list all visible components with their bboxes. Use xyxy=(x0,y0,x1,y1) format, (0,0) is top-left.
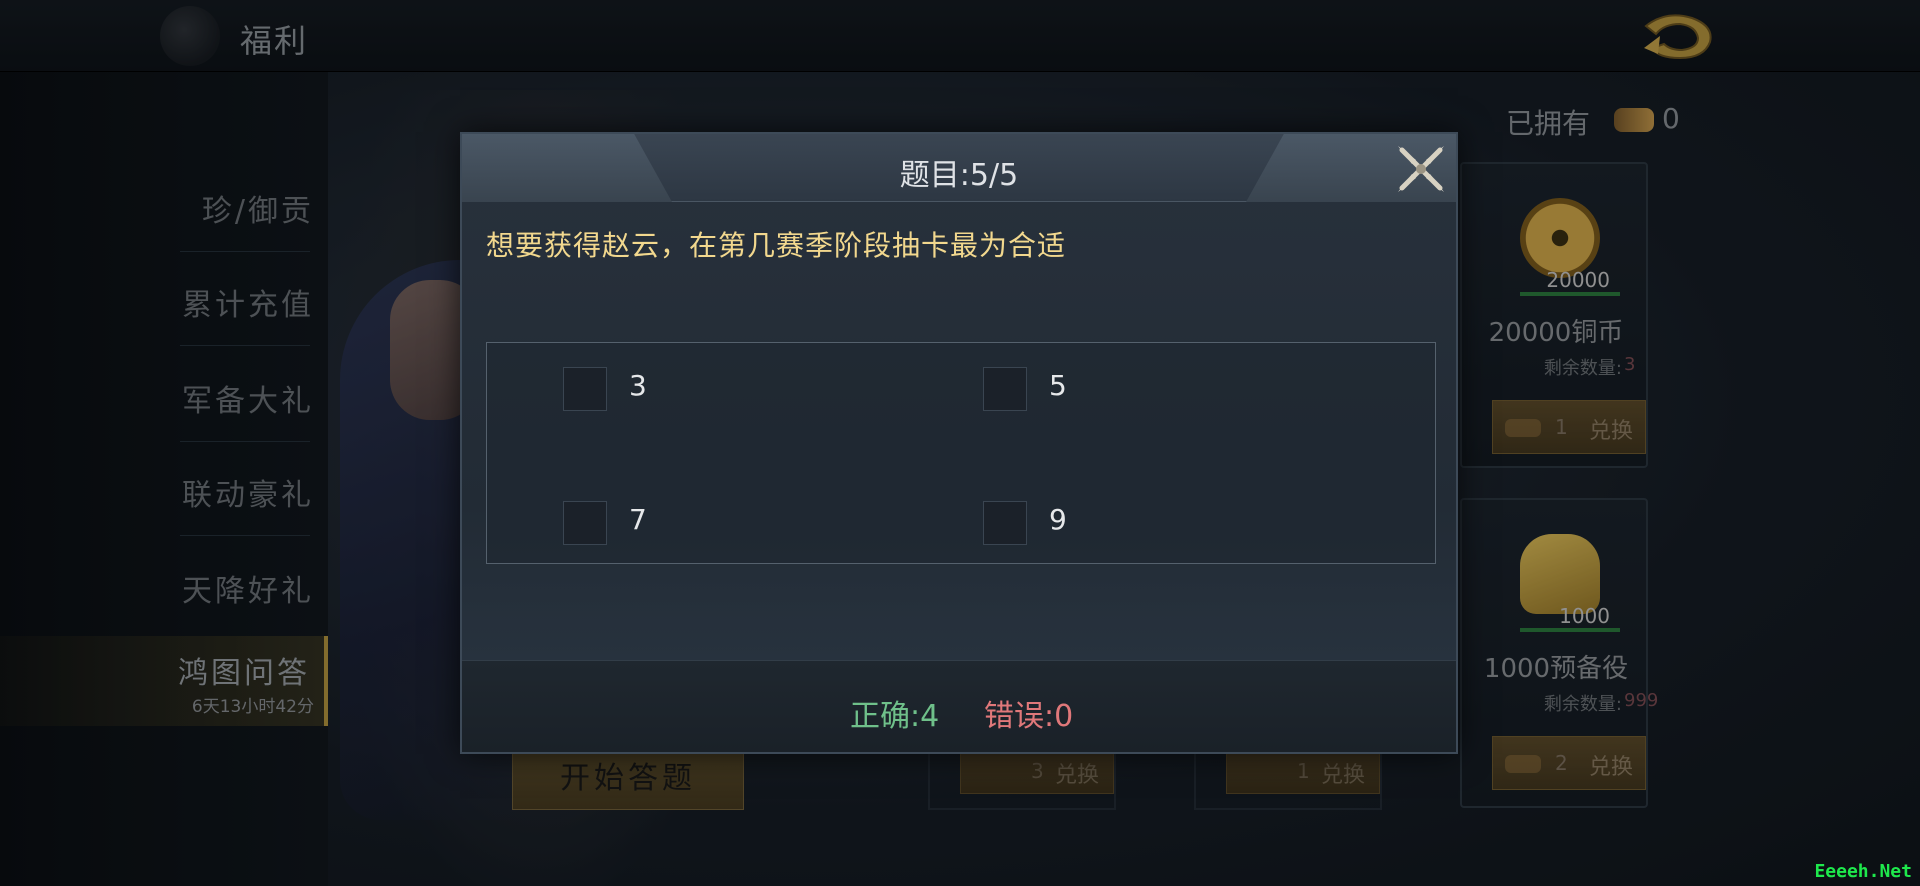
option-c[interactable]: 7 xyxy=(563,489,863,549)
watermark: Eeeeh.Net xyxy=(1814,861,1912,882)
options-panel: 3 5 7 9 xyxy=(486,342,1436,564)
close-icon xyxy=(1398,146,1444,192)
option-a[interactable]: 3 xyxy=(563,355,863,415)
option-d[interactable]: 9 xyxy=(983,489,1283,549)
option-label: 7 xyxy=(629,503,647,536)
option-checkbox[interactable] xyxy=(563,367,607,411)
score-footer: 正确:4 错误:0 xyxy=(462,660,1456,752)
option-label: 5 xyxy=(1049,369,1067,402)
question-progress: 题目:5/5 xyxy=(899,158,1019,193)
quiz-modal: 题目:5/5 想要获得赵云，在第几赛季阶段抽卡最为合适 3 5 7 9 正确:4… xyxy=(460,132,1458,754)
modal-header: 题目:5/5 xyxy=(462,134,1456,202)
option-checkbox[interactable] xyxy=(983,501,1027,545)
option-checkbox[interactable] xyxy=(563,501,607,545)
option-label: 3 xyxy=(629,369,647,402)
question-text: 想要获得赵云，在第几赛季阶段抽卡最为合适 xyxy=(486,229,1067,262)
option-b[interactable]: 5 xyxy=(983,355,1283,415)
close-button[interactable] xyxy=(1392,140,1450,198)
correct-count: 正确:4 xyxy=(850,699,940,734)
option-label: 9 xyxy=(1049,503,1067,536)
option-checkbox[interactable] xyxy=(983,367,1027,411)
wrong-count: 错误:0 xyxy=(984,699,1074,734)
